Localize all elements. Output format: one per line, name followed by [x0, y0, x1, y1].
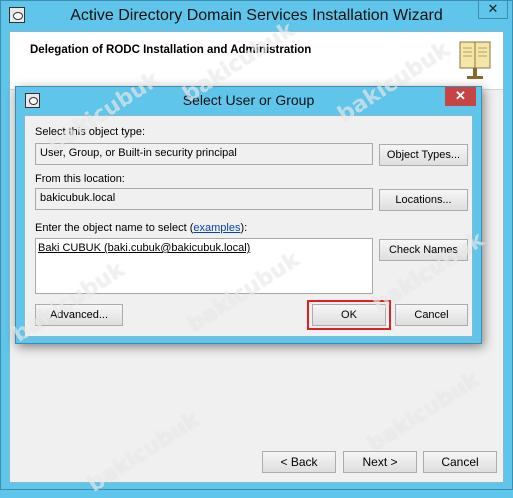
resolved-user-name: Baki CUBUK (baki.cubuk@bakicubuk.local) — [38, 242, 251, 254]
wizard-title: Active Directory Domain Services Install… — [70, 7, 443, 24]
object-type-field: User, Group, or Built-in security princi… — [35, 143, 373, 165]
wizard-header: Delegation of RODC Installation and Admi… — [10, 32, 503, 90]
check-names-button[interactable]: Check Names — [379, 239, 468, 261]
wizard-titlebar[interactable]: Active Directory Domain Services Install… — [1, 1, 512, 31]
location-field: bakicubuk.local — [35, 188, 373, 210]
dialog-cancel-button[interactable]: Cancel — [395, 304, 468, 326]
dialog-client-area: Select this object type: User, Group, or… — [24, 115, 473, 337]
back-button[interactable]: < Back — [262, 451, 336, 473]
next-button[interactable]: Next > — [343, 451, 417, 473]
locations-button[interactable]: Locations... — [379, 189, 468, 211]
wizard-close-button[interactable]: ✕ — [478, 1, 508, 19]
object-name-label: Enter the object name to select (example… — [35, 222, 247, 234]
advanced-button[interactable]: Advanced... — [35, 304, 123, 326]
object-type-label: Select this object type: — [35, 126, 146, 138]
select-user-dialog: Select User or Group ✕ Select this objec… — [15, 86, 482, 344]
object-name-input[interactable]: Baki CUBUK (baki.cubuk@bakicubuk.local) — [35, 238, 373, 294]
object-name-label-prefix: Enter the object name to select ( — [35, 222, 194, 234]
object-types-button[interactable]: Object Types... — [379, 144, 468, 166]
ok-button[interactable]: OK — [312, 304, 386, 326]
examples-link[interactable]: examples — [193, 222, 240, 234]
location-label: From this location: — [35, 173, 125, 185]
book-icon — [459, 41, 491, 79]
wizard-page-title: Delegation of RODC Installation and Admi… — [30, 44, 312, 56]
object-name-label-suffix: ): — [240, 222, 248, 234]
wizard-cancel-button[interactable]: Cancel — [423, 451, 497, 473]
dialog-title: Select User or Group — [182, 92, 315, 108]
dialog-close-button[interactable]: ✕ — [445, 87, 476, 106]
